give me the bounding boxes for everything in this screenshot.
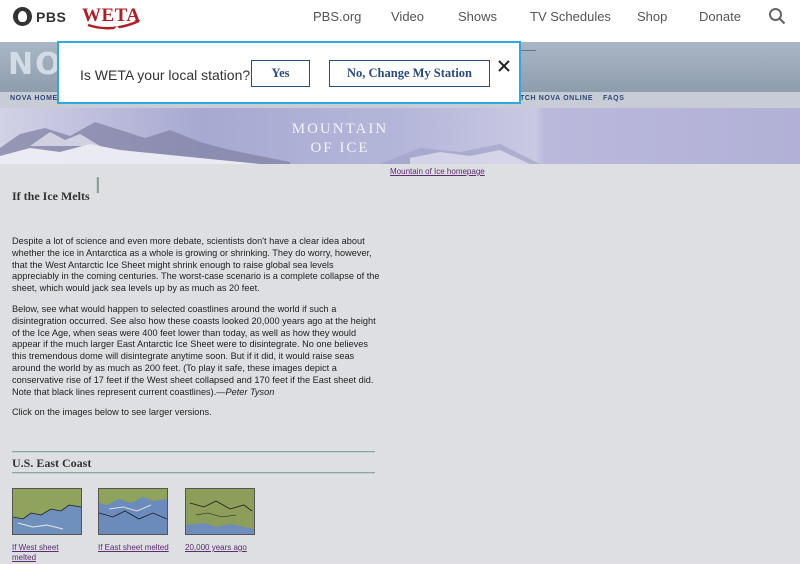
map-image xyxy=(186,489,254,534)
weta-logo-text: WETA xyxy=(82,5,141,26)
dialog-pointer xyxy=(102,26,132,42)
header-divider xyxy=(520,50,536,51)
caption-east-sheet-melted[interactable]: If East sheet melted xyxy=(98,543,169,553)
station-dialog: Is WETA your local station? Yes No, Chan… xyxy=(57,41,521,104)
nav-nova-home[interactable]: NOVA HOME xyxy=(10,95,58,102)
map-image xyxy=(98,489,168,534)
section-title-east-coast: U.S. East Coast xyxy=(12,456,92,470)
article-title: If the Ice Melts xyxy=(12,189,90,203)
nav-video[interactable]: Video xyxy=(391,9,424,24)
author-name: Peter Tyson xyxy=(225,386,275,397)
nav-pbs-org[interactable]: PBS.org xyxy=(313,9,361,24)
section-rule-bottom xyxy=(12,472,375,474)
nav-watch-nova-online[interactable]: TCH NOVA ONLINE xyxy=(520,95,593,102)
click-instruction: Click on the images below to see larger … xyxy=(12,407,212,417)
banner-title-line1: MOUNTAIN xyxy=(291,121,389,137)
yes-button[interactable]: Yes xyxy=(251,60,310,87)
thumb-east-sheet-melted[interactable] xyxy=(98,488,168,535)
mountain-of-ice-banner: MOUNTAIN OF ICE xyxy=(0,108,800,164)
banner-title-line2: OF ICE xyxy=(310,140,370,156)
change-station-button[interactable]: No, Change My Station xyxy=(329,60,490,87)
map-image xyxy=(12,489,82,534)
banner-title: MOUNTAIN OF ICE xyxy=(250,120,430,158)
search-icon[interactable] xyxy=(768,7,786,25)
nav-faqs[interactable]: FAQS xyxy=(603,95,624,102)
pbs-logo-text: PBS xyxy=(36,8,67,25)
section-rule-top xyxy=(12,451,375,453)
nav-shop[interactable]: Shop xyxy=(637,9,667,24)
station-question: Is WETA your local station? xyxy=(80,67,251,83)
nav-donate[interactable]: Donate xyxy=(699,9,741,24)
thumb-20000-years-ago[interactable] xyxy=(185,488,255,535)
mountain-of-ice-homepage-link[interactable]: Mountain of Ice homepage xyxy=(390,167,485,176)
nav-tv-schedules[interactable]: TV Schedules xyxy=(530,9,611,24)
intro-paragraph: Despite a lot of science and even more d… xyxy=(12,236,380,294)
coastline-paragraph: Below, see what would happen to selected… xyxy=(12,304,382,398)
pbs-logo[interactable]: PBS xyxy=(13,7,66,26)
thumb-west-sheet-melted[interactable] xyxy=(12,488,82,535)
caption-20000-years-ago[interactable]: 20,000 years ago xyxy=(185,543,247,553)
pbs-head-icon xyxy=(13,7,32,26)
nav-shows[interactable]: Shows xyxy=(458,9,497,24)
caption-west-sheet-melted[interactable]: If West sheet melted xyxy=(12,543,72,563)
coastline-paragraph-text: Below, see what would happen to selected… xyxy=(12,304,376,397)
title-accent-bar xyxy=(96,177,99,193)
close-icon[interactable] xyxy=(496,58,512,74)
